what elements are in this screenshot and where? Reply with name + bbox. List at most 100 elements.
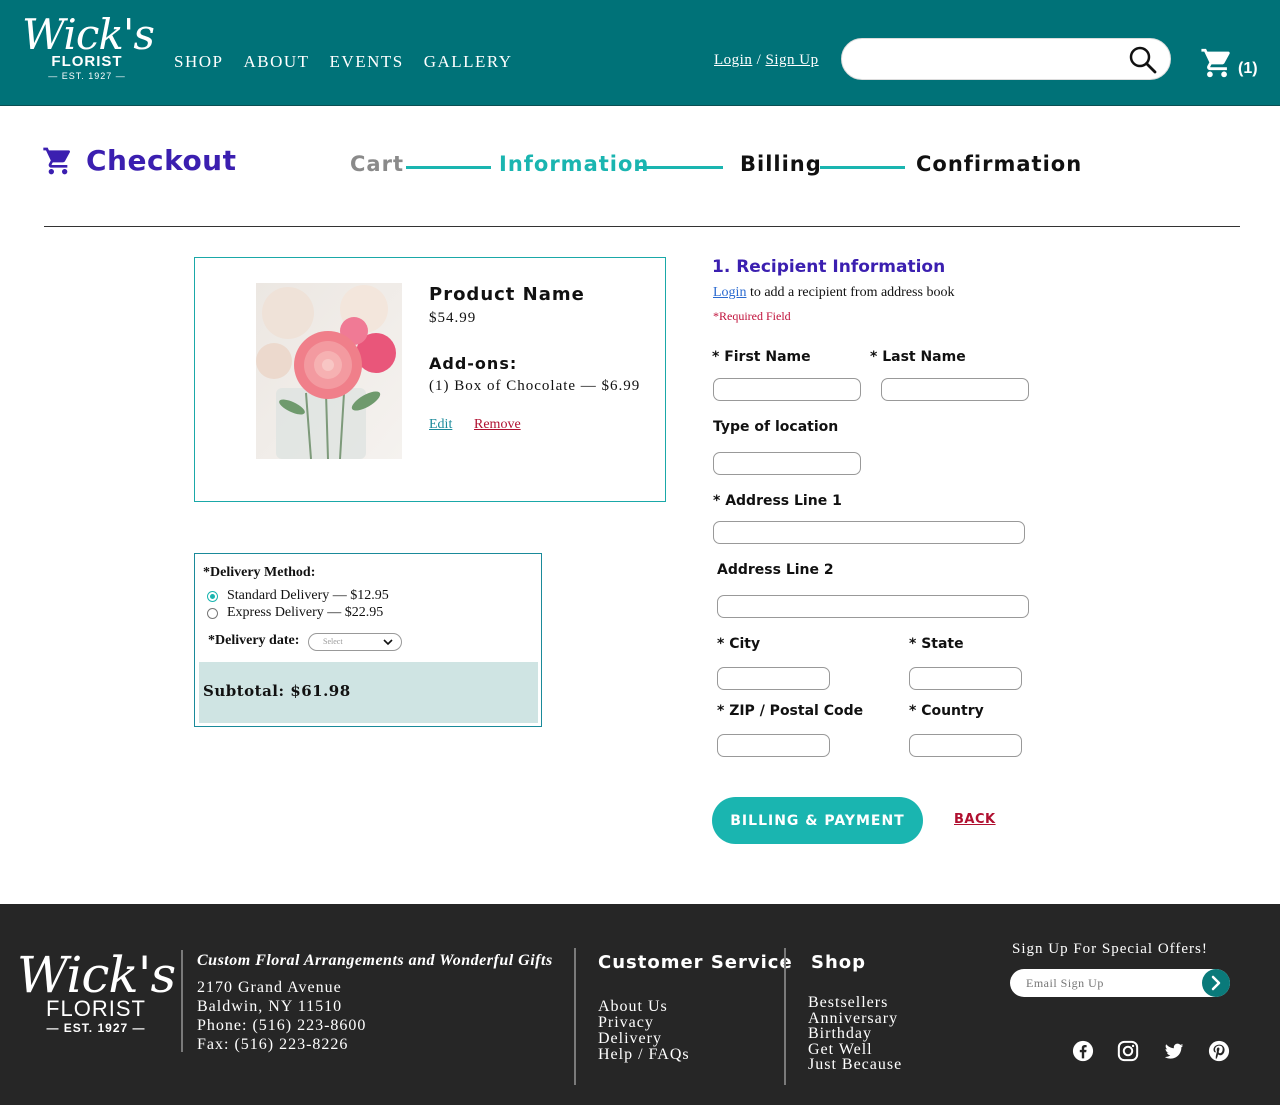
footer-link-about[interactable]: About Us xyxy=(598,999,668,1015)
signup-link[interactable]: Sign Up xyxy=(766,52,819,68)
footer-address-line: Baldwin, NY 11510 xyxy=(197,998,343,1015)
delivery-date-label: *Delivery date: xyxy=(208,633,300,648)
subtotal-text: Subtotal: $61.98 xyxy=(203,682,351,700)
delivery-method-label: *Delivery Method: xyxy=(203,565,316,580)
newsletter-form xyxy=(1010,969,1230,997)
first-name-label: * First Name xyxy=(712,349,811,365)
last-name-label: * Last Name xyxy=(870,349,966,365)
header-cart[interactable]: (1) xyxy=(1200,46,1258,80)
back-link[interactable]: BACK xyxy=(954,812,996,827)
cart-count: (1) xyxy=(1238,60,1258,77)
radio-unselected[interactable] xyxy=(207,607,218,619)
product-name: Product Name xyxy=(429,284,585,305)
delivery-date-select[interactable]: Select xyxy=(308,633,402,651)
footer-address-line: 2170 Grand Avenue xyxy=(197,979,342,996)
login-note-text: to add a recipient from address book xyxy=(746,285,955,300)
email-submit-button[interactable] xyxy=(1202,969,1230,997)
site-logo[interactable]: Wick's FLORIST — EST. 1927 — xyxy=(22,10,155,82)
zip-field[interactable] xyxy=(717,734,830,757)
step-confirmation: Confirmation xyxy=(916,152,1083,176)
checkout-heading: Checkout xyxy=(42,144,237,177)
billing-payment-button[interactable]: BILLING & PAYMENT xyxy=(712,797,923,844)
instagram-icon[interactable] xyxy=(1117,1040,1139,1062)
step-cart[interactable]: Cart xyxy=(350,152,404,176)
delivery-date-value: Select xyxy=(323,637,343,646)
delivery-option-label: Express Delivery — $22.95 xyxy=(227,605,384,620)
footer-fax: Fax: (516) 223-8226 xyxy=(197,1036,349,1053)
address-line1-field[interactable] xyxy=(713,521,1025,544)
shop-heading: Shop xyxy=(811,952,867,973)
delivery-option-standard[interactable]: Standard Delivery — $12.95 xyxy=(207,588,389,604)
last-name-field[interactable] xyxy=(881,378,1029,401)
chevron-right-icon xyxy=(1211,975,1221,991)
page-title: Checkout xyxy=(86,144,237,177)
city-field[interactable] xyxy=(717,667,830,690)
footer-divider xyxy=(574,948,576,1085)
remove-item-link[interactable]: Remove xyxy=(474,417,521,433)
nav-events[interactable]: EVENTS xyxy=(330,52,404,72)
search-input[interactable] xyxy=(860,49,1120,71)
footer-link-privacy[interactable]: Privacy xyxy=(598,1015,654,1031)
zip-label: * ZIP / Postal Code xyxy=(717,703,864,719)
cart-item-card: Product Name $54.99 Add-ons: (1) Box of … xyxy=(194,257,666,502)
country-label: * Country xyxy=(909,703,984,719)
state-field[interactable] xyxy=(909,667,1022,690)
footer-link-delivery[interactable]: Delivery xyxy=(598,1031,662,1047)
nav-shop[interactable]: SHOP xyxy=(174,52,223,72)
delivery-option-label: Standard Delivery — $12.95 xyxy=(227,588,389,603)
logo-est: — EST. 1927 — xyxy=(48,71,126,81)
footer-divider xyxy=(784,948,786,1085)
site-header: Wick's FLORIST — EST. 1927 — SHOP ABOUT … xyxy=(0,0,1280,106)
search-box xyxy=(841,38,1171,80)
country-field[interactable] xyxy=(909,734,1022,757)
product-price: $54.99 xyxy=(429,310,477,326)
cart-icon xyxy=(43,147,71,174)
step-information: Information xyxy=(499,152,650,176)
step-connector xyxy=(820,166,905,169)
step-billing: Billing xyxy=(740,152,822,176)
subtotal-bar: Subtotal: $61.98 xyxy=(199,662,538,723)
main-nav: SHOP ABOUT EVENTS GALLERY xyxy=(174,52,513,72)
auth-separator: / xyxy=(756,52,762,68)
city-label: * City xyxy=(717,636,761,652)
footer-link-birthday[interactable]: Birthday xyxy=(808,1026,872,1042)
twitter-icon[interactable] xyxy=(1163,1040,1185,1062)
login-link[interactable]: Login xyxy=(714,52,752,68)
login-note: Login to add a recipient from address bo… xyxy=(713,285,954,301)
address-book-login-link[interactable]: Login xyxy=(713,285,746,300)
delivery-option-express[interactable]: Express Delivery — $22.95 xyxy=(207,605,383,621)
addons-item: (1) Box of Chocolate — $6.99 xyxy=(429,378,641,394)
email-signup-input[interactable] xyxy=(1026,974,1196,992)
footer-link-help[interactable]: Help / FAQs xyxy=(598,1047,690,1063)
footer-divider xyxy=(181,950,183,1052)
search-icon[interactable] xyxy=(1128,45,1158,75)
address-line2-field[interactable] xyxy=(717,595,1029,618)
footer-phone: Phone: (516) 223-8600 xyxy=(197,1017,367,1034)
nav-about[interactable]: ABOUT xyxy=(243,52,309,72)
step-connector xyxy=(406,166,491,169)
edit-item-link[interactable]: Edit xyxy=(429,417,452,433)
address-line1-label: * Address Line 1 xyxy=(713,493,842,509)
step-connector xyxy=(638,166,723,169)
product-image xyxy=(256,283,402,459)
delivery-panel: *Delivery Method: Standard Delivery — $1… xyxy=(194,553,542,727)
footer-link-just-because[interactable]: Just Because xyxy=(808,1057,902,1073)
required-field-note: *Required Field xyxy=(713,309,791,323)
first-name-field[interactable] xyxy=(713,378,861,401)
logo-script: Wick's xyxy=(22,10,155,59)
footer-logo-est: — EST. 1927 — xyxy=(46,1021,146,1035)
auth-links: Login / Sign Up xyxy=(714,52,819,69)
addons-title: Add-ons: xyxy=(429,354,518,373)
customer-service-heading: Customer Service xyxy=(598,952,793,973)
location-type-field[interactable] xyxy=(713,452,861,475)
footer-logo[interactable]: Wick's FLORIST — EST. 1927 — xyxy=(16,950,176,1036)
footer-link-bestsellers[interactable]: Bestsellers xyxy=(808,995,888,1011)
radio-selected[interactable] xyxy=(207,590,218,602)
facebook-icon[interactable] xyxy=(1072,1040,1094,1062)
nav-gallery[interactable]: GALLERY xyxy=(424,52,513,72)
form-section-title: 1. Recipient Information xyxy=(712,257,946,277)
state-label: * State xyxy=(909,636,964,652)
pinterest-icon[interactable] xyxy=(1208,1040,1230,1062)
location-type-label: Type of location xyxy=(713,419,839,435)
newsletter-heading: Sign Up For Special Offers! xyxy=(1012,941,1208,957)
